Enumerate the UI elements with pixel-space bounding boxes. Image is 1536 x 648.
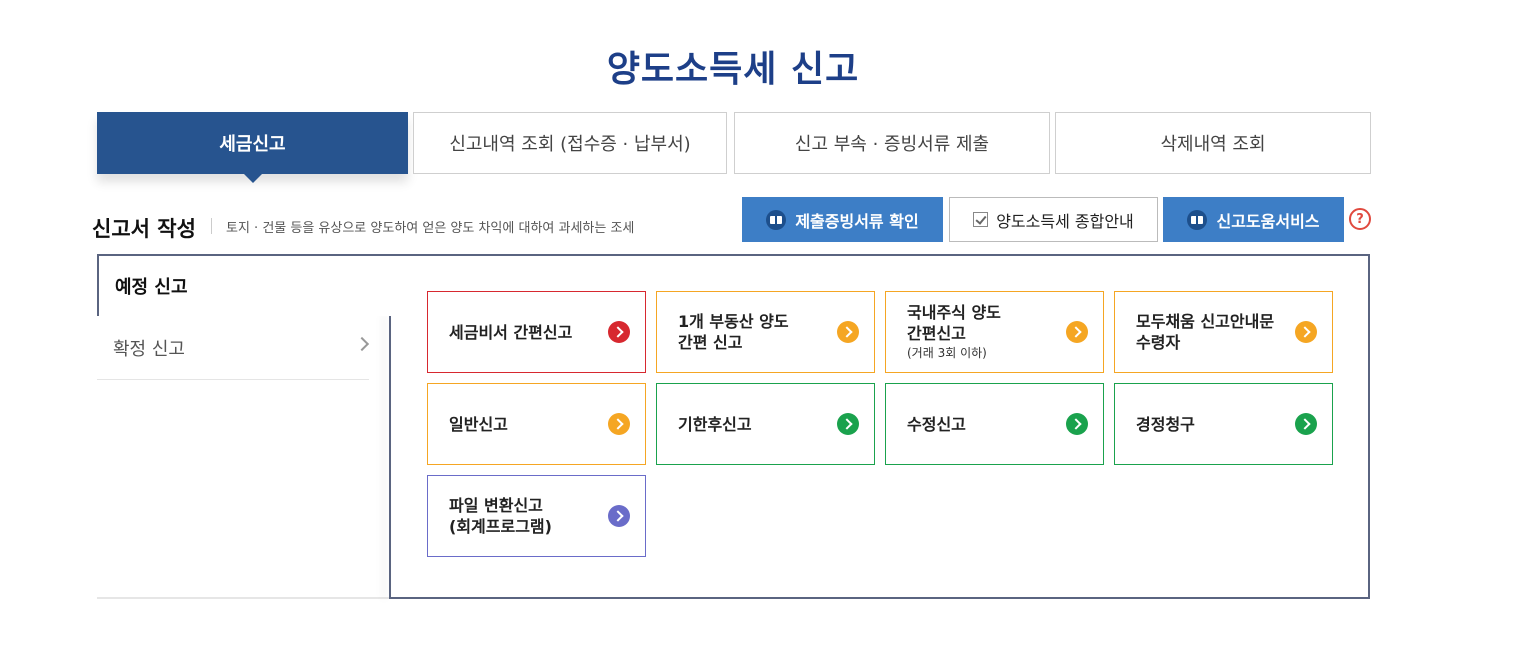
tab-document-submission[interactable]: 신고 부속 · 증빙서류 제출: [734, 112, 1050, 174]
card-label-line: 모두채움 신고안내문: [1136, 312, 1275, 331]
arrow-right-circle-icon: [1295, 321, 1317, 343]
help-service-button[interactable]: 신고도움서비스: [1163, 197, 1344, 242]
arrow-right-circle-icon: [608, 321, 630, 343]
evidence-check-button[interactable]: 제출증빙서류 확인: [742, 197, 943, 242]
checkbox-icon: [973, 212, 989, 227]
card-label-line: 간편신고: [907, 324, 966, 343]
card-label-line: 간편 신고: [678, 333, 743, 352]
side-item-final-filing[interactable]: 확정 신고: [97, 316, 370, 380]
card-prefilled-notice[interactable]: 모두채움 신고안내문수령자: [1114, 291, 1333, 373]
help-service-label: 신고도움서비스: [1216, 211, 1320, 231]
section-description: 토지 · 건물 등을 유상으로 양도하여 얻은 양도 차익에 대하여 과세하는 …: [226, 221, 635, 236]
chevron-right-icon: [354, 336, 370, 352]
card-label: 기한후신고: [678, 414, 752, 435]
evidence-check-label: 제출증빙서류 확인: [795, 211, 919, 231]
card-label-line: 1개 부동산 양도: [678, 312, 789, 331]
card-label: 경정청구: [1136, 414, 1195, 435]
card-tax-secretary-simple[interactable]: 세금비서 간편신고: [427, 291, 646, 373]
arrow-right-circle-icon: [1295, 413, 1317, 435]
card-single-property-simple[interactable]: 1개 부동산 양도간편 신고: [656, 291, 875, 373]
card-label-line: 수정신고: [907, 414, 966, 434]
arrow-right-circle-icon: [1066, 413, 1088, 435]
arrow-right-circle-icon: [608, 505, 630, 527]
arrow-right-circle-icon: [837, 321, 859, 343]
page-title: 양도소득세 신고: [606, 49, 860, 90]
card-label-line: (회계프로그램): [449, 517, 552, 536]
arrow-right-circle-icon: [608, 413, 630, 435]
card-label-line: 기한후신고: [678, 414, 752, 434]
card-label: 1개 부동산 양도간편 신고: [678, 311, 789, 353]
card-label: 국내주식 양도간편신고 (거래 3회 이하): [907, 302, 1001, 362]
book-icon: [1187, 209, 1208, 230]
card-label-line: 경정청구: [1136, 414, 1195, 434]
card-label: 세금비서 간편신고: [449, 322, 572, 343]
card-label-line: 세금비서 간편신고: [449, 322, 573, 342]
side-item-scheduled-filing[interactable]: 예정 신고: [97, 254, 391, 316]
card-label-line: 일반신고: [449, 414, 508, 434]
card-label: 수정신고: [907, 414, 966, 435]
help-icon[interactable]: ?: [1349, 208, 1371, 230]
side-item-label: 확정 신고: [113, 338, 185, 360]
guide-button[interactable]: 양도소득세 종합안내: [949, 197, 1158, 242]
card-label-line: 수령자: [1136, 333, 1181, 352]
panel-left-border: [389, 314, 391, 599]
card-label: 파일 변환신고 (회계프로그램): [449, 495, 552, 537]
section-title: 신고서 작성: [92, 217, 196, 241]
guide-label: 양도소득세 종합안내: [996, 211, 1134, 231]
card-file-conversion[interactable]: 파일 변환신고 (회계프로그램): [427, 475, 646, 557]
card-label-line: 국내주식 양도: [907, 303, 1001, 322]
card-general-filing[interactable]: 일반신고: [427, 383, 646, 465]
arrow-right-circle-icon: [837, 413, 859, 435]
card-sublabel: (거래 3회 이하): [907, 346, 987, 360]
card-label: 모두채움 신고안내문수령자: [1136, 311, 1274, 353]
card-correction-request[interactable]: 경정청구: [1114, 383, 1333, 465]
tab-filing-history[interactable]: 신고내역 조회 (접수증 · 납부서): [413, 112, 727, 174]
tab-deleted-history[interactable]: 삭제내역 조회: [1055, 112, 1371, 174]
card-label-line: 파일 변환신고: [449, 496, 543, 515]
tab-tax-filing[interactable]: 세금신고: [97, 112, 408, 183]
title-divider: [211, 218, 212, 234]
book-icon: [766, 209, 787, 230]
card-domestic-stock-simple[interactable]: 국내주식 양도간편신고 (거래 3회 이하): [885, 291, 1104, 373]
card-label: 일반신고: [449, 414, 508, 435]
card-amended-filing[interactable]: 수정신고: [885, 383, 1104, 465]
card-late-filing[interactable]: 기한후신고: [656, 383, 875, 465]
arrow-right-circle-icon: [1066, 321, 1088, 343]
